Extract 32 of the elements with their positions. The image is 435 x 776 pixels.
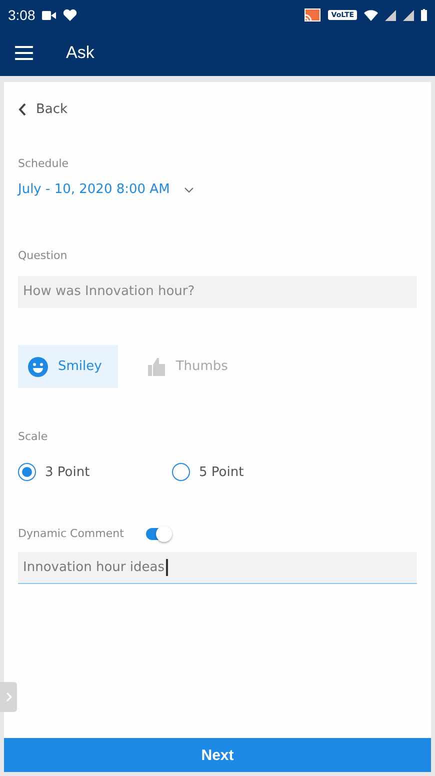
back-button[interactable]: Back	[18, 102, 68, 117]
comment-field[interactable]: Innovation hour ideas	[18, 552, 417, 584]
response-type-tab[interactable]: Smiley	[18, 345, 118, 388]
response-type-tab[interactable]: Thumbs	[138, 345, 244, 388]
question-field[interactable]: How was Innovation hour?	[18, 276, 417, 308]
scale-option[interactable]: 5 Point	[172, 463, 326, 481]
chevron-left-icon	[18, 103, 26, 116]
radio-button[interactable]	[18, 463, 36, 481]
field-label: Dynamic Comment	[18, 527, 124, 540]
radio-button[interactable]	[172, 463, 190, 481]
field-label: Question	[18, 249, 68, 262]
side-handle[interactable]	[0, 682, 17, 712]
heart-icon	[63, 9, 78, 21]
wifi-icon	[364, 10, 378, 20]
page-title: Ask	[66, 43, 94, 63]
smiley-icon	[28, 356, 48, 376]
chevron-down-icon	[184, 186, 194, 192]
cast-icon	[304, 8, 322, 22]
menu-icon[interactable]	[15, 46, 33, 60]
chevron-right-icon	[6, 692, 12, 702]
field-label: Scale	[18, 430, 49, 443]
next-button[interactable]: Next	[4, 738, 431, 772]
battery-icon	[421, 9, 427, 21]
status-time: 3:08	[8, 7, 36, 23]
signal-icon	[403, 10, 414, 20]
thumbs-up-icon	[148, 358, 166, 376]
toggle-switch[interactable]	[146, 528, 170, 540]
video-camera-icon	[42, 10, 56, 20]
field-label: Schedule	[18, 157, 70, 170]
signal-icon	[385, 10, 396, 20]
scale-option[interactable]: 3 Point	[18, 463, 172, 481]
date-dropdown[interactable]: July - 10, 2020 8:00 AM	[18, 182, 194, 197]
